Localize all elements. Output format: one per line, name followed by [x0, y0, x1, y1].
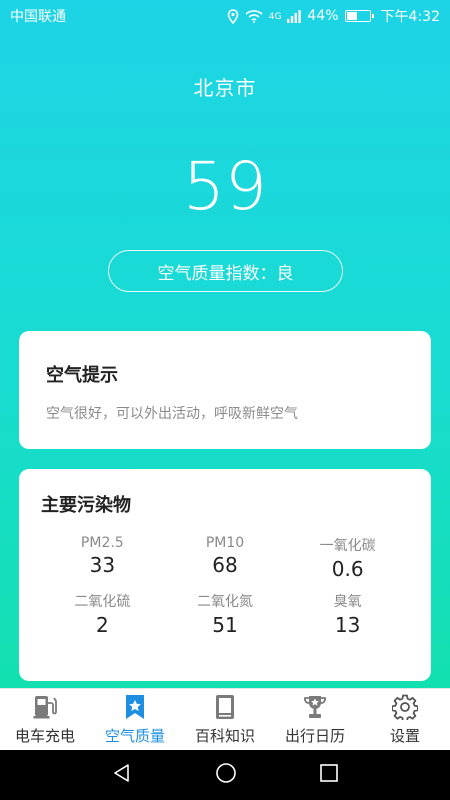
trophy-icon [302, 693, 328, 721]
pollutant-value: 13 [334, 613, 361, 637]
city-name[interactable]: 北京市 [0, 72, 450, 101]
pollutants-title: 主要污染物 [41, 495, 131, 516]
book-icon [213, 693, 237, 721]
aqi-level-label: 空气质量指数：良 [157, 263, 294, 284]
status-icons: 4G 44% 下午4:32 [227, 6, 440, 26]
home-icon[interactable] [215, 762, 237, 788]
gear-icon [392, 693, 418, 721]
pollutant-label: 二氧化硫 [74, 594, 131, 610]
air-tip-card: 空气提示 空气很好，可以外出活动，呼吸新鲜空气 [19, 331, 431, 449]
nav-item-air-quality[interactable]: 空气质量 [90, 689, 180, 750]
aqi-level-badge: 空气质量指数：良 [108, 250, 343, 292]
signal-icon [287, 9, 302, 23]
nav-label: 百科知识 [194, 727, 255, 745]
pollutant-no2: 二氧化氮 51 [164, 591, 287, 637]
pollutants-card: 主要污染物 PM2.5 33 PM10 68 一氧化碳 0.6 二氧化硫 2 二… [19, 469, 431, 681]
air-tip-title: 空气提示 [46, 365, 118, 386]
pollutant-so2: 二氧化硫 2 [41, 591, 164, 637]
pollutant-co: 一氧化碳 0.6 [286, 535, 409, 581]
location-icon [227, 8, 239, 24]
battery-percent: 44% [307, 8, 339, 24]
pollutant-value: 68 [212, 553, 238, 577]
pollutant-pm10: PM10 68 [164, 535, 287, 581]
nav-label: 空气质量 [104, 727, 165, 745]
system-nav-bar [0, 750, 450, 800]
aqi-value: 59 [183, 148, 267, 225]
pollutant-value: 33 [89, 553, 116, 577]
wifi-icon [245, 9, 263, 23]
pollutant-value: 0.6 [331, 557, 364, 581]
star-bookmark-icon [123, 693, 147, 721]
pollutant-value: 2 [95, 613, 109, 637]
pollutant-label: 二氧化氮 [196, 594, 253, 610]
app-screen: 中国联通 4G 44% 下午4:32 北京市 59 空气质量指数：良 空气提示 … [0, 0, 450, 688]
clock: 下午4:32 [380, 9, 440, 25]
nav-label: 电车充电 [14, 727, 75, 745]
battery-icon [344, 10, 374, 22]
pollutant-grid: PM2.5 33 PM10 68 一氧化碳 0.6 二氧化硫 2 二氧化氮 51… [41, 535, 409, 637]
pollutant-label: PM2.5 [80, 535, 124, 551]
pollutant-o3: 臭氧 13 [286, 591, 409, 637]
pollutant-pm25: PM2.5 33 [41, 535, 164, 581]
status-bar: 中国联通 4G 44% 下午4:32 [0, 0, 450, 32]
pollutant-label: 一氧化碳 [319, 538, 376, 554]
pollutant-value: 51 [212, 613, 238, 637]
pollutant-label: PM10 [205, 535, 245, 551]
carrier-label: 中国联通 [10, 9, 66, 25]
nav-item-settings[interactable]: 设置 [360, 689, 450, 750]
bottom-nav: 电车充电 空气质量 百科知识 出行日历 设置 [0, 688, 450, 750]
network-type-label: 4G [268, 12, 282, 22]
recents-icon[interactable] [320, 764, 339, 786]
pollutant-label: 臭氧 [333, 594, 362, 610]
charging-station-icon [32, 693, 58, 721]
nav-item-travel-calendar[interactable]: 出行日历 [270, 689, 360, 750]
air-tip-text: 空气很好，可以外出活动，呼吸新鲜空气 [46, 406, 298, 422]
nav-item-encyclopedia[interactable]: 百科知识 [180, 689, 270, 750]
nav-label: 出行日历 [284, 727, 345, 745]
nav-item-ev-charging[interactable]: 电车充电 [0, 689, 90, 750]
back-icon[interactable] [112, 763, 132, 787]
nav-label: 设置 [389, 727, 420, 745]
